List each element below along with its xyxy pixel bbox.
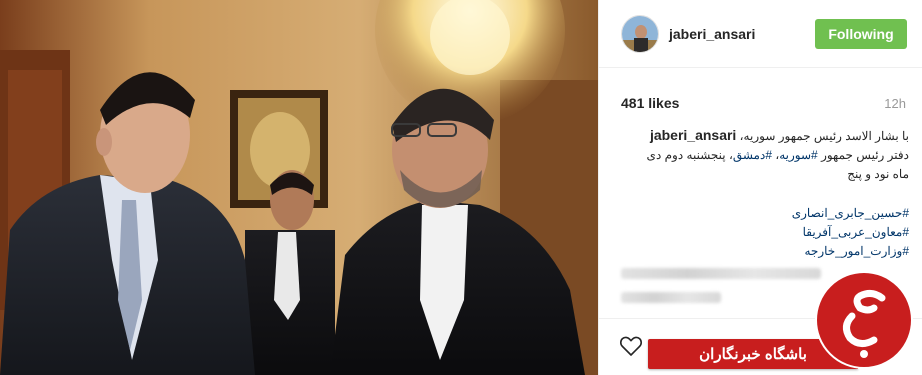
following-button[interactable]: Following	[815, 19, 907, 49]
post-photo-illustration	[0, 0, 598, 375]
avatar[interactable]	[621, 15, 659, 53]
heart-outline-icon[interactable]	[619, 334, 643, 358]
hashtag-item[interactable]: #معاون_عربی_آفریقا	[621, 223, 909, 242]
hashtag-syria[interactable]: #سوریه	[779, 148, 818, 162]
post-header: jaberi_ansari Following	[599, 0, 922, 68]
blurred-comment	[621, 292, 721, 303]
avatar-image	[622, 16, 658, 52]
username-link[interactable]: jaberi_ansari	[669, 26, 755, 42]
caption-line2-post: ، پنجشنبه دوم دی	[646, 148, 733, 162]
post-photo[interactable]	[0, 0, 598, 375]
watermark-logo-icon	[812, 268, 916, 372]
hashtag-item[interactable]: #حسین_جابری_انصاری	[621, 204, 909, 223]
post-caption: با بشار الاسد رئیس جمهور سوریه، jaberi_a…	[621, 126, 909, 184]
hashtag-damascus[interactable]: #دمشق	[733, 148, 772, 162]
blurred-comment	[621, 268, 821, 279]
caption-line3: ماه نود و پنج	[847, 167, 909, 181]
caption-line2-pre: دفتر رئیس جمهور	[821, 148, 909, 162]
hashtag-list: #حسین_جابری_انصاری #معاون_عربی_آفریقا #و…	[621, 204, 909, 261]
caption-line1: با بشار الاسد رئیس جمهور سوریه،	[739, 129, 909, 143]
post-time[interactable]: 12h	[884, 96, 906, 111]
caption-username[interactable]: jaberi_ansari	[650, 127, 736, 143]
likes-count[interactable]: 481 likes	[621, 95, 679, 111]
hashtag-item[interactable]: #وزارت_امور_خارجه	[621, 242, 909, 261]
